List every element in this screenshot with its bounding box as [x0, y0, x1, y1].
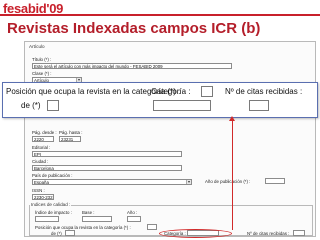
- posicion-total-input[interactable]: [65, 230, 75, 236]
- slide-title: Revistas Indexadas campos ICR (b): [7, 20, 261, 37]
- posicion-label: Posición que ocupa la revista en la cate…: [35, 225, 131, 230]
- zoom-citas-label: Nº de citas recibidas :: [225, 87, 303, 96]
- pointer-arrow: [232, 118, 233, 230]
- zoom-callout: Posición que ocupa la revista en la cate…: [2, 82, 318, 118]
- issn-input[interactable]: 2230-2321: [32, 194, 54, 200]
- editorial-label: Editorial :: [32, 145, 51, 150]
- citas-label: Nº de citas recibidas :: [247, 231, 290, 236]
- anio-input[interactable]: [127, 216, 141, 222]
- form-panel: Artículo Título (*) : Este será el artíc…: [24, 41, 316, 237]
- anio-publicacion-label: Año de publicación (*) :: [205, 179, 251, 184]
- anio-publicacion-input[interactable]: [265, 178, 285, 184]
- pag-desde-input[interactable]: 2220: [32, 136, 54, 142]
- legend-indices: Indices de calidad :: [30, 202, 72, 207]
- base-input[interactable]: [82, 216, 112, 222]
- header-rule: [0, 14, 320, 16]
- legend-articulo: Artículo: [29, 44, 45, 49]
- indice-impacto-input[interactable]: [35, 216, 59, 222]
- zoom-citas-input[interactable]: [249, 100, 269, 111]
- base-label: Base :: [82, 210, 95, 215]
- clase-label: Clase (*) :: [32, 71, 52, 76]
- indice-impacto-label: Índice de impacto :: [35, 210, 72, 215]
- posicion-de-label: de (*): [51, 231, 62, 236]
- issn-label: ISSN :: [32, 188, 45, 193]
- arrow-up-icon: [229, 116, 235, 121]
- pag-hasta-input[interactable]: 23231: [59, 136, 81, 142]
- citas-input[interactable]: [293, 230, 305, 236]
- zoom-posicion-input[interactable]: [201, 86, 213, 97]
- titulo-input[interactable]: Este será el artículo con más impacto de…: [32, 63, 232, 69]
- highlight-ellipse: [159, 229, 232, 238]
- zoom-total-input[interactable]: [47, 100, 59, 111]
- posicion-input[interactable]: [147, 224, 157, 230]
- pais-label: País de publicación :: [32, 173, 73, 178]
- chevron-down-icon: ▾: [186, 179, 191, 184]
- zoom-categoria-input[interactable]: [153, 100, 211, 111]
- anio-label: Año :: [127, 210, 138, 215]
- pag-desde-label: Pág. desde :: [32, 130, 57, 135]
- pais-select[interactable]: España ▾: [32, 179, 192, 185]
- ciudad-input[interactable]: Barcelona: [32, 165, 182, 171]
- pag-hasta-label: Pág. hasta :: [59, 130, 83, 135]
- zoom-de-label: de (*): [21, 101, 41, 110]
- titulo-label: Título (*) :: [32, 57, 52, 62]
- zoom-categoria-label: Categoría :: [151, 87, 191, 96]
- editorial-input[interactable]: EPI: [32, 151, 182, 157]
- pais-value: España: [34, 180, 49, 185]
- ciudad-label: Ciudad :: [32, 159, 49, 164]
